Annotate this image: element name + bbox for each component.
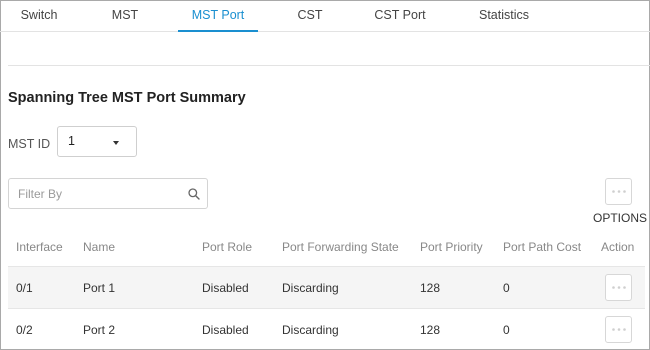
table-row[interactable]: 0/2 Port 2 Disabled Discarding 128 0 — [8, 308, 645, 350]
cell-name: Port 2 — [83, 323, 116, 337]
tab-bar: Switch MST MST Port CST CST Port Statist… — [0, 0, 650, 32]
options-button[interactable] — [605, 178, 632, 205]
column-header-action: Action — [601, 240, 635, 254]
mst-id-dropdown[interactable]: 1 — [57, 126, 137, 157]
column-header-name[interactable]: Name — [83, 240, 115, 254]
ellipsis-icon — [612, 286, 626, 289]
page-title: Spanning Tree MST Port Summary — [8, 90, 246, 106]
ellipsis-icon — [612, 190, 626, 193]
cell-forwarding-state: Discarding — [282, 281, 339, 295]
table-row[interactable]: 0/1 Port 1 Disabled Discarding 128 0 — [8, 266, 645, 308]
column-header-port-priority[interactable]: Port Priority — [420, 240, 483, 254]
filter-input[interactable] — [18, 186, 183, 202]
cell-name: Port 1 — [83, 281, 116, 295]
tab-statistics[interactable]: Statistics — [468, 0, 540, 32]
cell-interface: 0/2 — [16, 323, 33, 337]
row-action-button[interactable] — [605, 316, 632, 343]
search-icon[interactable] — [187, 187, 201, 201]
tab-mst-port[interactable]: MST Port — [178, 0, 258, 32]
caret-down-icon — [113, 141, 119, 145]
cell-port-role: Disabled — [202, 281, 249, 295]
cell-forwarding-state: Discarding — [282, 323, 339, 337]
cell-interface: 0/1 — [16, 281, 33, 295]
filter-field[interactable] — [8, 178, 208, 209]
cell-path-cost: 0 — [503, 281, 510, 295]
column-header-port-role[interactable]: Port Role — [202, 240, 252, 254]
cell-port-priority: 128 — [420, 323, 441, 337]
tab-switch[interactable]: Switch — [10, 0, 68, 32]
column-header-path-cost[interactable]: Port Path Cost — [503, 240, 581, 254]
mst-id-value: 1 — [68, 134, 75, 148]
row-action-button[interactable] — [605, 274, 632, 301]
section-divider — [8, 65, 650, 66]
cell-port-role: Disabled — [202, 323, 249, 337]
column-header-forwarding-state[interactable]: Port Forwarding State — [282, 240, 399, 254]
tab-mst[interactable]: MST — [100, 0, 150, 32]
cell-path-cost: 0 — [503, 323, 510, 337]
cell-port-priority: 128 — [420, 281, 441, 295]
ellipsis-icon — [612, 328, 626, 331]
options-label[interactable]: OPTIONS — [593, 211, 647, 225]
column-header-interface[interactable]: Interface — [16, 240, 63, 254]
mst-id-label: MST ID — [8, 137, 51, 151]
tab-cst[interactable]: CST — [285, 0, 335, 32]
tab-cst-port[interactable]: CST Port — [362, 0, 438, 32]
